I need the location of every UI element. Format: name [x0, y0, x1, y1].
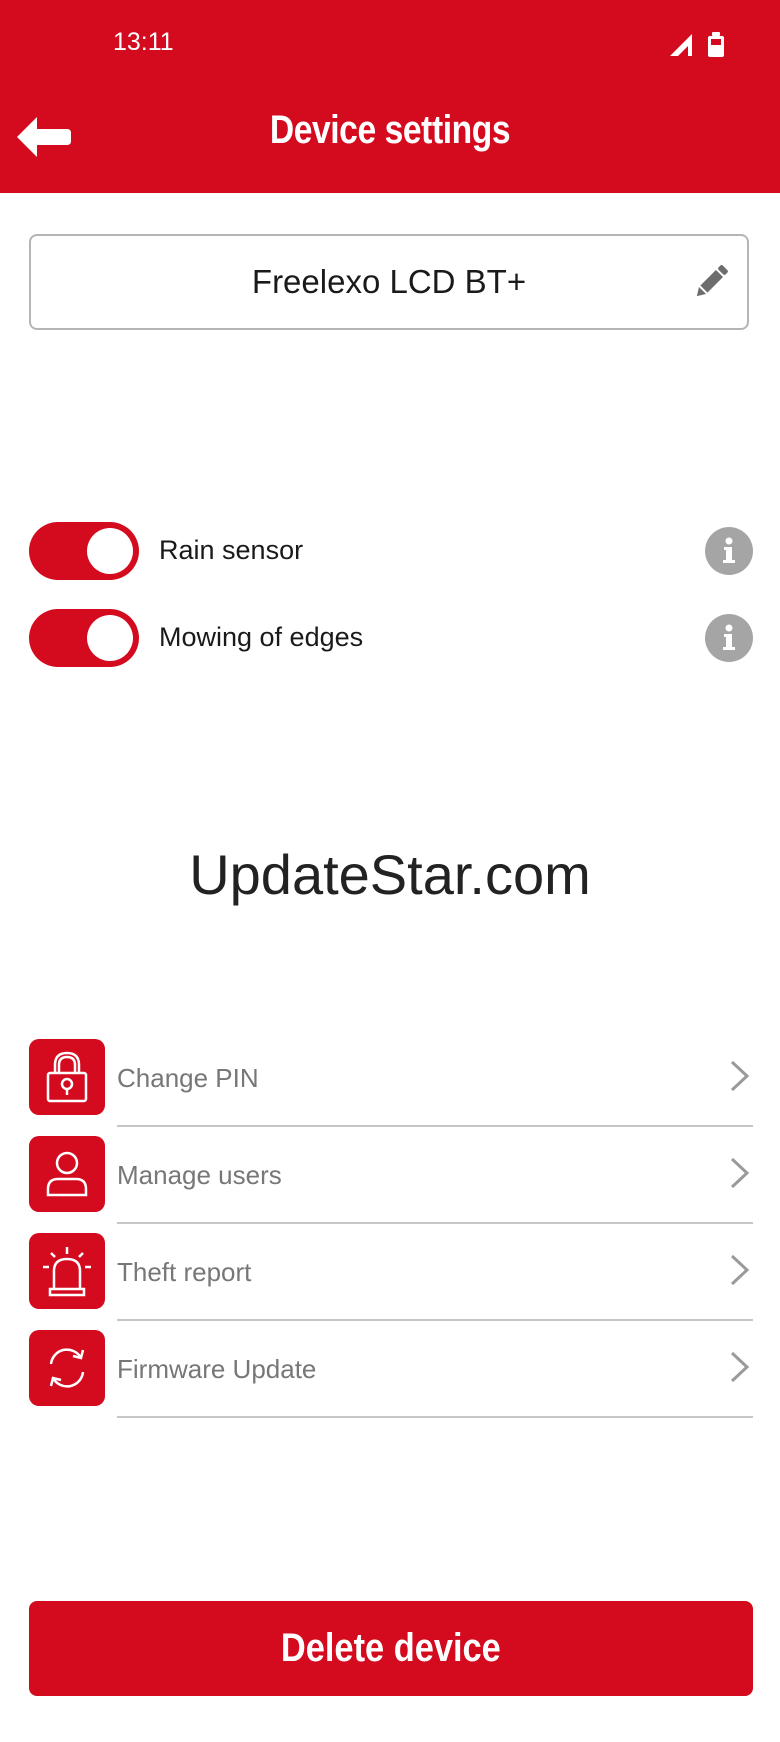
- chevron-right-icon: [729, 1350, 751, 1389]
- mowing-of-edges-label: Mowing of edges: [159, 622, 364, 652]
- device-name: Freelexo LCD BT+: [251, 263, 527, 300]
- status-icons: [668, 30, 726, 63]
- user-icon: [29, 1136, 105, 1212]
- refresh-icon: [29, 1330, 105, 1406]
- mowing-of-edges-toggle[interactable]: [29, 609, 139, 667]
- siren-icon: [29, 1233, 105, 1309]
- lock-icon: [29, 1039, 105, 1115]
- menu-item-manage-users[interactable]: Manage users: [29, 1136, 753, 1224]
- rain-sensor-toggle[interactable]: [29, 522, 139, 580]
- edit-name-button[interactable]: [691, 262, 731, 307]
- toggle-row-mowing-of-edges: Mowing of edges: [29, 609, 753, 667]
- device-name-field[interactable]: Freelexo LCD BT+: [29, 234, 749, 330]
- toggle-row-rain-sensor: Rain sensor: [29, 522, 753, 580]
- delete-device-label: Delete device: [281, 1626, 501, 1670]
- menu-item-firmware-update[interactable]: Firmware Update: [29, 1330, 753, 1418]
- signal-icon: [670, 34, 692, 56]
- status-time: 13:11: [113, 28, 174, 56]
- delete-device-button[interactable]: Delete device: [29, 1601, 753, 1696]
- rain-sensor-info-button[interactable]: [705, 527, 753, 575]
- divider: [117, 1319, 753, 1321]
- info-icon: [723, 537, 735, 563]
- battery-icon: [708, 32, 724, 57]
- menu-item-change-pin[interactable]: Change PIN: [29, 1039, 753, 1127]
- menu-item-theft-report[interactable]: Theft report: [29, 1233, 753, 1321]
- chevron-right-icon: [729, 1156, 751, 1195]
- menu-item-label: Change PIN: [117, 1063, 259, 1093]
- divider: [117, 1416, 753, 1418]
- divider: [117, 1125, 753, 1127]
- toggle-knob: [87, 528, 133, 574]
- menu-item-label: Firmware Update: [117, 1354, 317, 1384]
- chevron-right-icon: [729, 1253, 751, 1292]
- menu-item-label: Theft report: [117, 1257, 252, 1287]
- mowing-of-edges-info-button[interactable]: [705, 614, 753, 662]
- menu-item-label: Manage users: [117, 1160, 282, 1190]
- chevron-right-icon: [729, 1059, 751, 1098]
- app-header: 13:11 Device settings: [0, 0, 780, 193]
- pencil-icon: [696, 265, 728, 297]
- divider: [117, 1222, 753, 1224]
- toggle-knob: [87, 615, 133, 661]
- page-title: Device settings: [269, 108, 511, 152]
- watermark-text: UpdateStar.com: [189, 843, 591, 906]
- info-icon: [723, 624, 735, 650]
- rain-sensor-label: Rain sensor: [159, 535, 304, 565]
